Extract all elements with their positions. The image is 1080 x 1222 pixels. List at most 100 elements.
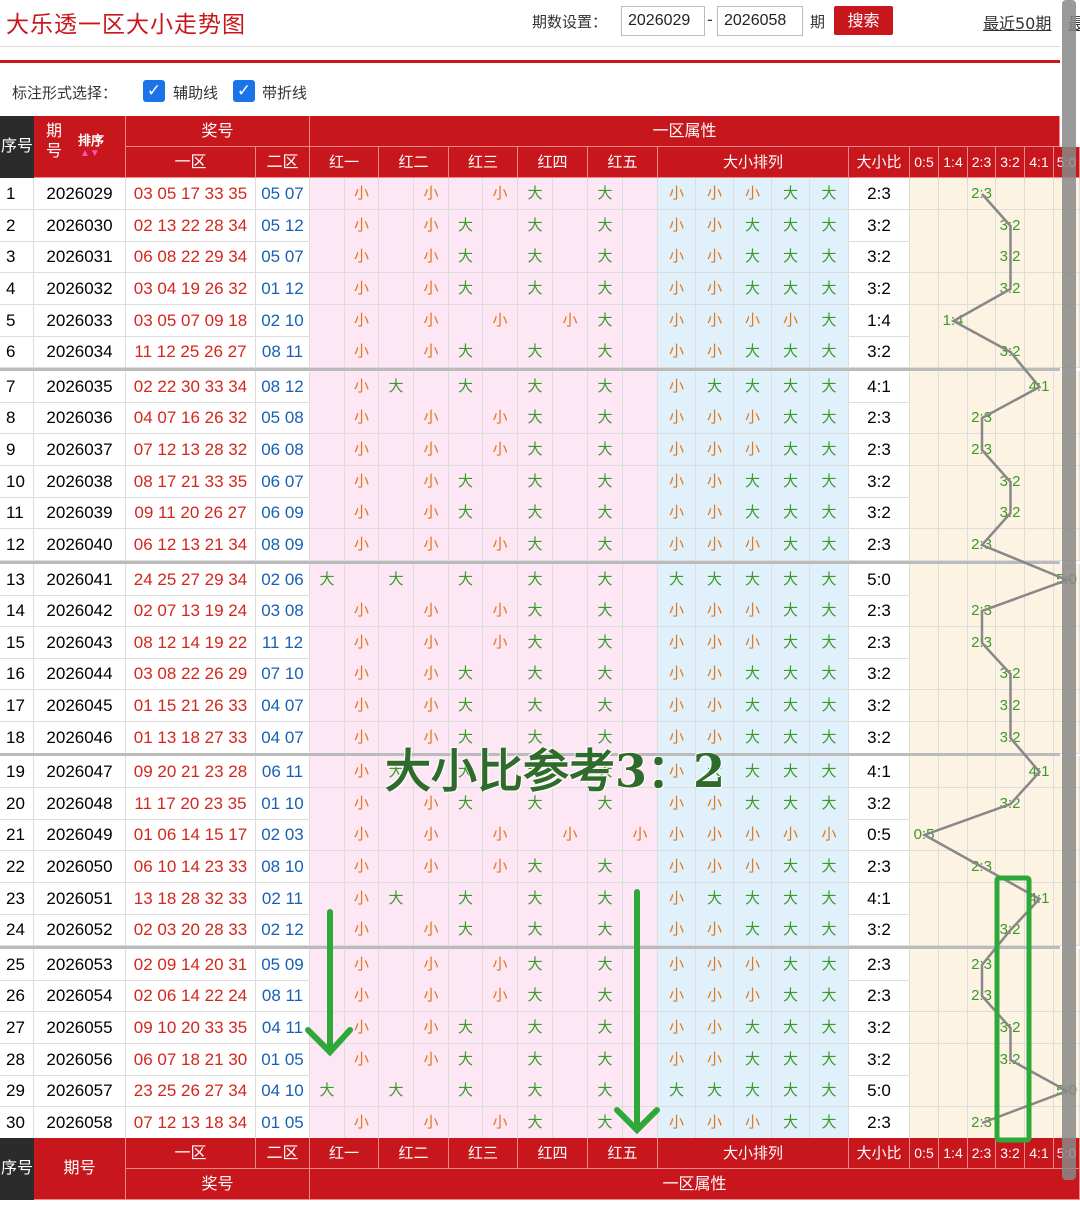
ratio-empty bbox=[968, 336, 996, 368]
row-zone2: 06 11 bbox=[256, 756, 310, 788]
table-row: 8 2026036 04 07 16 26 32 05 08 小小小大大小小小大大 2:3… bbox=[0, 402, 1080, 434]
red-cell-small bbox=[553, 466, 588, 498]
order-cell: 大 bbox=[810, 756, 849, 788]
ratio-empty bbox=[910, 466, 939, 498]
red-cell-small: 小 bbox=[345, 819, 379, 851]
row-zone1: 11 12 25 26 27 bbox=[126, 336, 256, 368]
order-cell: 小 bbox=[696, 658, 734, 690]
red-cell-small bbox=[623, 210, 658, 242]
order-cell: 小 bbox=[696, 336, 734, 368]
order-cell: 大 bbox=[810, 564, 849, 596]
ratio-empty bbox=[939, 1012, 968, 1044]
row-ratio: 2:3 bbox=[849, 1107, 910, 1139]
fold-line-checkbox[interactable]: ✓ bbox=[233, 80, 255, 102]
red-cell-big bbox=[310, 529, 345, 561]
ratio-empty bbox=[910, 914, 939, 946]
order-cell: 小 bbox=[696, 497, 734, 529]
red-cell-big: 大 bbox=[518, 914, 553, 946]
red-cell-big bbox=[310, 1107, 345, 1139]
period-to-input[interactable]: 2026058 bbox=[717, 6, 803, 36]
row-zone2: 01 12 bbox=[256, 273, 310, 305]
ratio-col-footer-3-2: 3:2 bbox=[996, 1138, 1025, 1169]
recent-50-link[interactable]: 最近50期 bbox=[983, 10, 1051, 34]
aux-line-checkbox[interactable]: ✓ bbox=[143, 80, 165, 102]
ratio-empty bbox=[1025, 564, 1054, 596]
order-cell: 小 bbox=[696, 627, 734, 659]
ratio-hit: 2:3 bbox=[968, 627, 996, 659]
ratio-hit: 3:2 bbox=[996, 497, 1025, 529]
ratio-col-2-3: 2:3 bbox=[968, 147, 996, 178]
red-cell-big: 大 bbox=[588, 336, 623, 368]
order-cell: 大 bbox=[772, 402, 810, 434]
red-cell-small bbox=[414, 371, 449, 403]
zone2-footer: 二区 bbox=[256, 1138, 310, 1169]
order-cell: 小 bbox=[696, 949, 734, 981]
ratio-empty bbox=[939, 627, 968, 659]
scrollbar[interactable] bbox=[1062, 0, 1076, 1180]
row-zone2: 11 12 bbox=[256, 627, 310, 659]
period-from-input[interactable]: 2026029 bbox=[621, 6, 705, 36]
row-ratio: 3:2 bbox=[849, 466, 910, 498]
row-issue: 2026044 bbox=[34, 658, 126, 690]
red-cell-big: 大 bbox=[588, 658, 623, 690]
row-ratio: 2:3 bbox=[849, 402, 910, 434]
row-zone2: 05 08 bbox=[256, 402, 310, 434]
order-cell: 小 bbox=[658, 434, 696, 466]
red-cell-big bbox=[310, 371, 345, 403]
red-cell-small bbox=[623, 371, 658, 403]
row-zone1: 07 12 13 28 32 bbox=[126, 434, 256, 466]
red-cell-big: 大 bbox=[449, 883, 483, 915]
red-cell-small: 小 bbox=[414, 595, 449, 627]
ratio-empty bbox=[996, 1075, 1025, 1107]
red-cell-small: 小 bbox=[414, 273, 449, 305]
order-cell: 大 bbox=[772, 690, 810, 722]
order-cell: 大 bbox=[772, 756, 810, 788]
red-cell-small bbox=[553, 1044, 588, 1076]
ratio-hit: 3:2 bbox=[996, 914, 1025, 946]
red-cell-small: 小 bbox=[414, 627, 449, 659]
row-seq: 4 bbox=[0, 273, 34, 305]
issue-header-label: 期号 bbox=[45, 123, 62, 160]
red-cell-small bbox=[623, 627, 658, 659]
row-issue: 2026034 bbox=[34, 336, 126, 368]
ratio-empty bbox=[996, 819, 1025, 851]
row-issue: 2026033 bbox=[34, 305, 126, 337]
row-zone2: 01 10 bbox=[256, 788, 310, 820]
ratio-empty bbox=[1025, 466, 1054, 498]
red-cell-big: 大 bbox=[518, 178, 553, 210]
row-seq: 17 bbox=[0, 690, 34, 722]
red-cell-small bbox=[623, 466, 658, 498]
ratio-empty bbox=[939, 980, 968, 1012]
red-cell-big bbox=[379, 1044, 414, 1076]
order-cell: 大 bbox=[658, 564, 696, 596]
red-cell-big bbox=[379, 914, 414, 946]
row-seq: 29 bbox=[0, 1075, 34, 1107]
red-cell-small bbox=[483, 273, 518, 305]
ratio-empty bbox=[939, 722, 968, 754]
red-cell-big: 大 bbox=[588, 529, 623, 561]
ratio-hit: 2:3 bbox=[968, 851, 996, 883]
search-button[interactable]: 搜索 bbox=[834, 6, 893, 35]
order-cell: 大 bbox=[810, 1044, 849, 1076]
order-cell: 小 bbox=[734, 949, 772, 981]
order-cell: 大 bbox=[810, 371, 849, 403]
ratio-empty bbox=[968, 371, 996, 403]
order-cell: 大 bbox=[658, 1075, 696, 1107]
row-zone1: 23 25 26 27 34 bbox=[126, 1075, 256, 1107]
red-cell-small bbox=[623, 305, 658, 337]
red-cell-small: 小 bbox=[414, 980, 449, 1012]
ratio-empty bbox=[910, 690, 939, 722]
row-zone1: 02 03 20 28 33 bbox=[126, 914, 256, 946]
red-cell-big: 大 bbox=[518, 529, 553, 561]
order-cell: 大 bbox=[734, 210, 772, 242]
red-cell-big: 大 bbox=[310, 1075, 345, 1107]
row-issue: 2026058 bbox=[34, 1107, 126, 1139]
issue-header[interactable]: 期号 排序 ▲▼ bbox=[34, 116, 126, 178]
order-cell: 大 bbox=[810, 1107, 849, 1139]
order-cell: 大 bbox=[734, 241, 772, 273]
order-cell: 大 bbox=[810, 210, 849, 242]
red-cell-big bbox=[310, 819, 345, 851]
ratio-hit: 2:3 bbox=[968, 178, 996, 210]
red-cell-big: 大 bbox=[588, 883, 623, 915]
red-cell-big: 大 bbox=[518, 210, 553, 242]
